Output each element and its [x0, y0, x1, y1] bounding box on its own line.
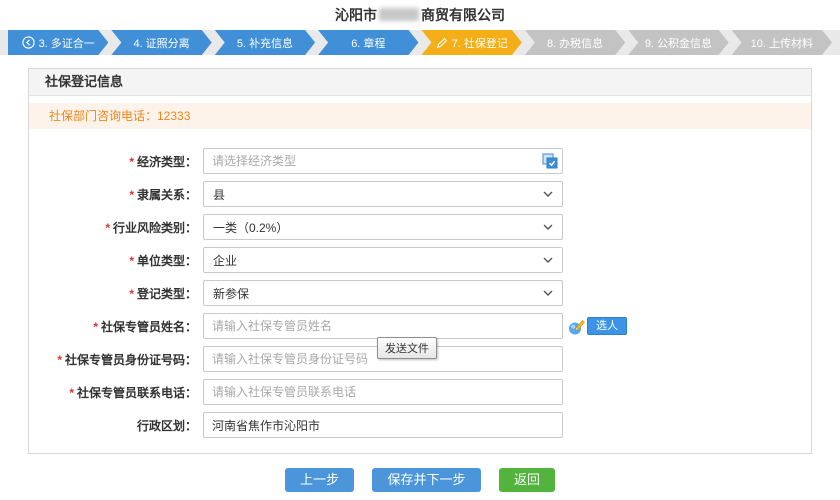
form-row-admin-phone: *社保专管员联系电话：: [29, 379, 811, 405]
required-mark: *: [129, 287, 134, 301]
pencil-icon: [436, 37, 448, 49]
hotline-notice: 社保部门咨询电话：12333: [29, 103, 811, 129]
selected-value: 县: [213, 186, 225, 203]
step-label: 8. 办税信息: [547, 35, 603, 51]
step-label: 6. 章程: [351, 35, 385, 51]
form-row-admin-name: *社保专管员姓名： 选人: [29, 313, 811, 339]
selected-value: 新参保: [213, 285, 249, 302]
social-security-panel: 社保登记信息 社保部门咨询电话：12333 *经济类型： *隶属关系： 县: [28, 68, 812, 454]
panel-header: 社保登记信息: [29, 69, 811, 96]
field-label: *隶属关系：: [29, 186, 197, 203]
selected-value: 企业: [213, 252, 237, 269]
required-mark: *: [69, 386, 74, 400]
required-mark: *: [129, 155, 134, 169]
form-row-affiliation: *隶属关系： 县: [29, 181, 811, 207]
step-navigation: 3. 多证合一 4. 证照分离 5. 补充信息 6. 章程 7. 社保登记 8.…: [0, 30, 840, 55]
redacted-company-name: [379, 8, 419, 21]
admin-division-input[interactable]: [203, 412, 563, 438]
form-row-registration-type: *登记类型： 新参保: [29, 280, 811, 306]
return-button[interactable]: 返回: [499, 468, 555, 492]
required-mark: *: [57, 353, 62, 367]
selected-value: 一类（0.2%）: [213, 219, 288, 236]
step-label: 4. 证照分离: [133, 35, 189, 51]
registration-type-select[interactable]: 新参保: [203, 280, 563, 306]
required-mark: *: [105, 221, 110, 235]
admin-name-input[interactable]: [203, 313, 563, 339]
field-label: *经济类型：: [29, 153, 197, 170]
field-label: *单位类型：: [29, 252, 197, 269]
step-10-upload-materials[interactable]: 10. 上传材料: [732, 30, 832, 55]
form-actions: 上一步 保存并下一步 返回: [0, 468, 840, 492]
person-pencil-icon[interactable]: [567, 317, 586, 336]
save-and-next-button[interactable]: 保存并下一步: [372, 468, 480, 492]
chevron-down-icon: [543, 257, 553, 263]
required-mark: *: [129, 188, 134, 202]
field-label: 行政区划：: [29, 417, 197, 434]
form-row-admin-division: 行政区划：: [29, 412, 811, 438]
chevron-down-icon: [543, 224, 553, 230]
company-name-prefix: 沁阳市: [335, 7, 377, 23]
select-dialog-icon[interactable]: [541, 152, 559, 170]
step-3-multi-cert[interactable]: 3. 多证合一: [8, 30, 108, 55]
step-label: 5. 补充信息: [237, 35, 293, 51]
company-name-suffix: 商贸有限公司: [421, 7, 505, 23]
field-label: *社保专管员姓名：: [29, 318, 197, 335]
industry-risk-select[interactable]: 一类（0.2%）: [203, 214, 563, 240]
step-label: 10. 上传材料: [751, 35, 813, 51]
form-row-industry-risk: *行业风险类别： 一类（0.2%）: [29, 214, 811, 240]
form-row-unit-type: *单位类型： 企业: [29, 247, 811, 273]
step-6-articles[interactable]: 6. 章程: [318, 30, 418, 55]
affiliation-select[interactable]: 县: [203, 181, 563, 207]
field-label: *行业风险类别：: [29, 219, 197, 236]
step-8-tax-info[interactable]: 8. 办税信息: [525, 30, 625, 55]
field-label: *社保专管员联系电话：: [29, 384, 197, 401]
step-4-license-separation[interactable]: 4. 证照分离: [111, 30, 211, 55]
previous-step-button[interactable]: 上一步: [285, 468, 354, 492]
chevron-down-icon: [543, 191, 553, 197]
unit-type-select[interactable]: 企业: [203, 247, 563, 273]
page-title: 沁阳市 商贸有限公司: [0, 0, 840, 24]
step-5-supplementary-info[interactable]: 5. 补充信息: [215, 30, 315, 55]
step-label: 3. 多证合一: [39, 35, 95, 51]
step-label: 9. 公积金信息: [645, 35, 712, 51]
chevron-down-icon: [543, 290, 553, 296]
form-row-economic-type: *经济类型：: [29, 148, 811, 174]
send-file-tooltip: 发送文件: [377, 337, 437, 359]
required-mark: *: [129, 254, 134, 268]
field-label: *社保专管员身份证号码：: [29, 351, 197, 368]
choose-person-button[interactable]: 选人: [587, 317, 627, 335]
step-label: 7. 社保登记: [452, 35, 508, 51]
economic-type-input[interactable]: [203, 148, 563, 174]
field-label: *登记类型：: [29, 285, 197, 302]
step-9-housing-fund[interactable]: 9. 公积金信息: [628, 30, 728, 55]
step-7-social-security[interactable]: 7. 社保登记: [422, 30, 522, 55]
required-mark: *: [93, 320, 98, 334]
chevron-left-circle-icon[interactable]: [22, 36, 35, 49]
social-security-form: *经济类型： *隶属关系： 县 *行业风险类别：: [29, 129, 811, 453]
admin-phone-input[interactable]: [203, 379, 563, 405]
